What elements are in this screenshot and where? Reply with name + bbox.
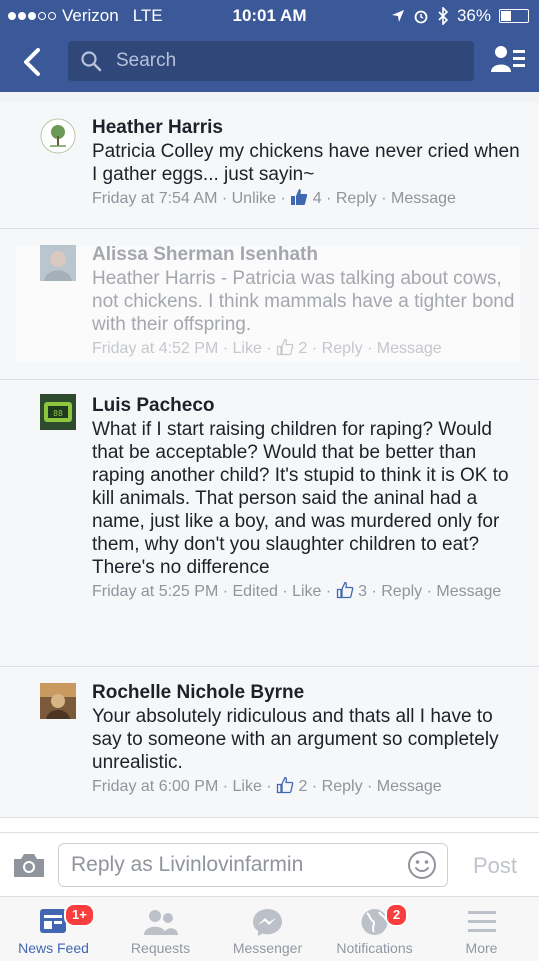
avatar[interactable] xyxy=(40,683,76,719)
svg-text:88: 88 xyxy=(53,409,63,418)
comment-author[interactable]: Heather Harris xyxy=(92,116,522,140)
search-icon xyxy=(81,51,102,72)
thread-top-divider xyxy=(0,92,539,102)
tab-news-feed[interactable]: 1+ News Feed xyxy=(0,897,107,961)
battery-percent: 36% xyxy=(456,6,491,25)
message-link[interactable]: Message xyxy=(391,190,456,207)
search-input[interactable] xyxy=(114,49,448,73)
tab-label: More xyxy=(465,940,498,956)
comment-author[interactable]: Rochelle Nichole Byrne xyxy=(92,681,522,705)
messenger-icon xyxy=(253,909,282,936)
avatar[interactable] xyxy=(40,245,76,281)
comment-time[interactable]: Friday at 7:54 AM xyxy=(92,190,217,207)
location-arrow-icon xyxy=(391,10,404,22)
like-button[interactable]: Like xyxy=(233,340,262,357)
like-thumb-icon xyxy=(336,581,354,599)
like-count[interactable]: 2 xyxy=(299,778,308,795)
reply-link[interactable]: Reply xyxy=(336,190,377,207)
camera-icon[interactable] xyxy=(12,851,46,879)
like-thumb-icon xyxy=(291,189,308,205)
tab-label: News Feed xyxy=(18,940,89,956)
tab-messenger[interactable]: Messenger xyxy=(214,897,321,961)
friends-list-icon[interactable] xyxy=(491,44,527,76)
comment-meta: Friday at 4:52 PM · Like · 2 · Reply · M… xyxy=(92,338,442,357)
news-feed-badge: 1+ xyxy=(64,903,95,927)
like-button[interactable]: Like xyxy=(292,583,321,600)
comment-item: Alissa Sherman Isenhath Heather Harris -… xyxy=(0,229,539,380)
comment-author[interactable]: Luis Pacheco xyxy=(92,394,522,418)
friend-requests-icon xyxy=(144,910,178,935)
emoji-icon[interactable] xyxy=(407,850,437,880)
reply-link[interactable]: Reply xyxy=(381,583,422,600)
reply-link[interactable]: Reply xyxy=(322,778,363,795)
comment-text: Heather Harris - Patricia was talking ab… xyxy=(92,268,515,335)
like-thumb-icon xyxy=(276,338,294,356)
top-nav xyxy=(0,32,539,92)
like-count[interactable]: 3 xyxy=(358,583,367,600)
comment-text: Patricia Colley my chickens have never c… xyxy=(92,141,520,185)
comment-thread: Heather Harris Patricia Colley my chicke… xyxy=(0,92,539,832)
comment-item: Rochelle Nichole Byrne Your absolutely r… xyxy=(0,667,539,818)
comment-meta: Friday at 6:00 PM · Like · 2 · Reply · M… xyxy=(92,776,442,795)
comment-item: 88 Luis Pacheco What if I start raising … xyxy=(0,380,539,667)
globe-icon xyxy=(361,909,388,935)
post-button[interactable]: Post xyxy=(473,853,517,879)
tab-requests[interactable]: Requests xyxy=(107,897,214,961)
message-link[interactable]: Message xyxy=(377,778,442,795)
comment-time[interactable]: Friday at 5:25 PM xyxy=(92,583,218,600)
tab-label: Messenger xyxy=(232,940,303,956)
reply-link[interactable]: Reply xyxy=(322,340,363,357)
menu-icon xyxy=(468,911,496,932)
reply-input[interactable] xyxy=(69,852,393,878)
alarm-icon xyxy=(414,10,428,24)
like-button[interactable]: Like xyxy=(233,778,262,795)
edited-label[interactable]: Edited xyxy=(233,583,278,600)
bluetooth-icon xyxy=(438,7,449,25)
comment-author[interactable]: Alissa Sherman Isenhath xyxy=(92,243,522,267)
comment-meta: Friday at 5:25 PM · Edited · Like · 3 · … xyxy=(92,581,502,600)
tab-label: Notifications xyxy=(336,940,413,956)
notifications-badge: 2 xyxy=(385,903,409,927)
message-link[interactable]: Message xyxy=(377,340,442,357)
reply-field[interactable] xyxy=(58,843,448,887)
comment-meta: Friday at 7:54 AM · Unlike · 4 · Reply ·… xyxy=(92,189,456,207)
comment-text: What if I start raising children for rap… xyxy=(92,419,509,578)
like-count[interactable]: 4 xyxy=(313,190,322,207)
avatar[interactable] xyxy=(40,118,76,154)
unlike-button[interactable]: Unlike xyxy=(232,190,276,207)
comment-time[interactable]: Friday at 4:52 PM xyxy=(92,340,218,357)
tab-more[interactable]: More xyxy=(428,897,535,961)
tab-label: Requests xyxy=(130,940,191,956)
tab-notifications[interactable]: 2 Notifications xyxy=(321,897,428,961)
search-bar[interactable] xyxy=(68,41,474,81)
back-chevron-icon[interactable] xyxy=(18,44,48,80)
avatar[interactable]: 88 xyxy=(40,394,76,430)
message-link[interactable]: Message xyxy=(436,583,501,600)
status-right: 36% xyxy=(391,6,529,26)
comment-text: Your absolutely ridiculous and thats all… xyxy=(92,706,499,773)
like-thumb-icon xyxy=(276,776,294,794)
comment-time[interactable]: Friday at 6:00 PM xyxy=(92,778,218,795)
bottom-tab-bar: 1+ News Feed Requests Messenger 2 Notifi… xyxy=(0,896,539,961)
battery-icon xyxy=(499,9,529,23)
like-count[interactable]: 2 xyxy=(299,340,308,357)
reply-composer: Post xyxy=(0,832,539,897)
status-bar: Verizon LTE 10:01 AM 36% xyxy=(0,0,539,32)
comment-item: Heather Harris Patricia Colley my chicke… xyxy=(0,102,539,229)
